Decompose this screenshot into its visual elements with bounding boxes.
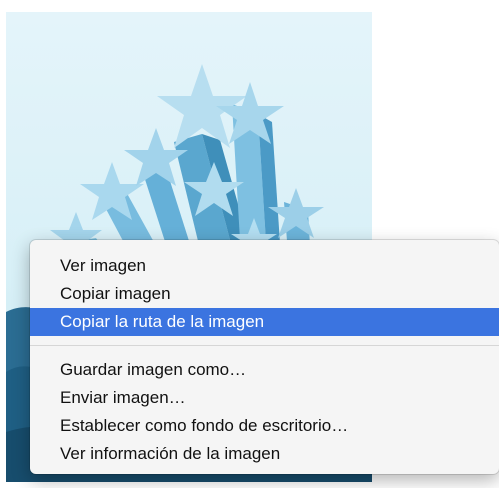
screen: Ver imagen Copiar imagen Copiar la ruta … bbox=[0, 0, 499, 488]
menu-item-view-image[interactable]: Ver imagen bbox=[30, 252, 499, 280]
menu-item-copy-image-path[interactable]: Copiar la ruta de la imagen bbox=[30, 308, 499, 336]
menu-item-view-image-info[interactable]: Ver información de la imagen bbox=[30, 440, 499, 468]
menu-separator bbox=[30, 345, 499, 346]
menu-item-save-image-as[interactable]: Guardar imagen como… bbox=[30, 356, 499, 384]
menu-item-send-image[interactable]: Enviar imagen… bbox=[30, 384, 499, 412]
menu-item-set-desktop-background[interactable]: Establecer como fondo de escritorio… bbox=[30, 412, 499, 440]
context-menu: Ver imagen Copiar imagen Copiar la ruta … bbox=[30, 240, 499, 474]
menu-item-copy-image[interactable]: Copiar imagen bbox=[30, 280, 499, 308]
